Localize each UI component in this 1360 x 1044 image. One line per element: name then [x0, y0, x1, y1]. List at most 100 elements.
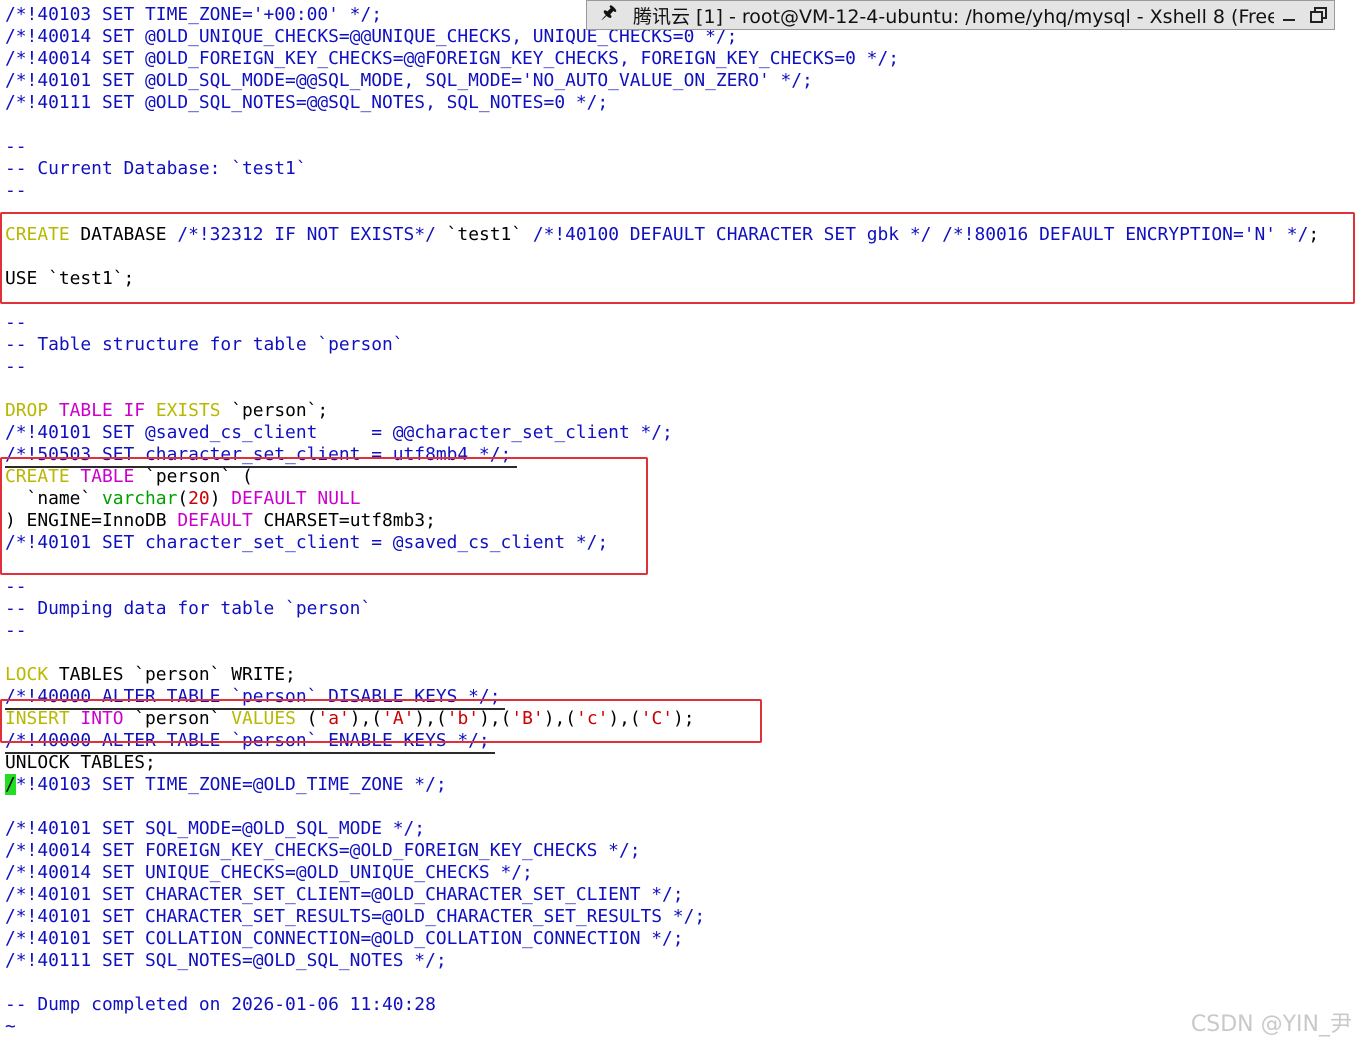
code-token: TABLES `person` WRITE;: [48, 664, 296, 685]
terminal-text-area[interactable]: /*!40103 SET TIME_ZONE='+00:00' */; /*!40…: [5, 4, 1319, 1038]
terminal-line: --: [5, 180, 1319, 202]
code-token: DROP: [5, 400, 49, 421]
terminal-line: /*!40000 ALTER TABLE `person` DISABLE KE…: [5, 686, 1319, 708]
strike-line: [5, 752, 495, 754]
code-token: `test1`: [435, 224, 533, 245]
code-token: 'A': [382, 708, 415, 729]
code-token: INTO: [80, 708, 124, 729]
pin-icon[interactable]: 🖈: [595, 0, 623, 30]
terminal-line: CREATE TABLE `person` (: [5, 466, 1319, 488]
terminal-line: ) ENGINE=InnoDB DEFAULT CHARSET=utf8mb3;: [5, 510, 1319, 532]
code-token: TABLE: [80, 466, 135, 487]
terminal-line: LOCK TABLES `person` WRITE;: [5, 664, 1319, 686]
code-token: ),(: [543, 708, 577, 729]
code-token: /*!50503 SET character_set_client = utf8…: [5, 444, 512, 465]
terminal-line: /*!40101 SET @saved_cs_client = @@charac…: [5, 422, 1319, 444]
code-token: /*!40101 SET @saved_cs_client = @@charac…: [5, 422, 673, 443]
terminal-line: /*!40101 SET SQL_MODE=@OLD_SQL_MODE */;: [5, 818, 1319, 840]
code-token: USE `test1`;: [5, 268, 135, 289]
code-token: 'c': [576, 708, 609, 729]
code-token: *!40103 SET TIME_ZONE=@OLD_TIME_ZONE */;: [15, 774, 447, 795]
terminal-line: -- Dumping data for table `person`: [5, 598, 1319, 620]
code-token: --: [5, 180, 27, 201]
code-token: ;: [1308, 224, 1320, 245]
terminal-line: --: [5, 620, 1319, 642]
code-token: ),(: [608, 708, 641, 729]
terminal-line: --: [5, 356, 1319, 378]
terminal-line: /*!40101 SET @OLD_SQL_MODE=@@SQL_MODE, S…: [5, 70, 1319, 92]
terminal-line: CREATE DATABASE /*!32312 IF NOT EXISTS*/…: [5, 224, 1319, 246]
code-token: ) ENGINE=InnoDB: [5, 510, 178, 531]
terminal-line: -- Table structure for table `person`: [5, 334, 1319, 356]
code-token: /*!40101 SET COLLATION_CONNECTION=@OLD_C…: [5, 928, 684, 949]
text-cursor: /: [5, 774, 16, 795]
code-token: --: [5, 576, 27, 597]
code-token: 'a': [317, 708, 350, 729]
code-token: ),(: [414, 708, 447, 729]
code-token: --: [5, 620, 27, 641]
code-token: /*!40101 SET character_set_client = @sav…: [5, 532, 609, 553]
code-token: `name`: [5, 488, 102, 509]
terminal-line: /*!40101 SET CHARACTER_SET_RESULTS=@OLD_…: [5, 906, 1319, 928]
code-token: -- Dumping data for table `person`: [5, 598, 372, 619]
code-token: /*!40000 ALTER TABLE `person` DISABLE KE…: [5, 686, 501, 707]
code-token: /*!40014 SET UNIQUE_CHECKS=@OLD_UNIQUE_C…: [5, 862, 533, 883]
terminal-line: UNLOCK TABLES;: [5, 752, 1319, 774]
code-token: --: [5, 312, 27, 333]
restore-icon[interactable]: [1304, 1, 1334, 29]
code-token: ): [209, 488, 232, 509]
code-token: ),(: [479, 708, 512, 729]
terminal-line: --: [5, 312, 1319, 334]
code-token: /*!32312 IF NOT EXISTS*/: [177, 224, 436, 245]
code-token: TABLE: [58, 400, 113, 421]
code-token: /*!40014 SET FOREIGN_KEY_CHECKS=@OLD_FOR…: [5, 840, 641, 861]
code-token: ),(: [349, 708, 383, 729]
terminal-line: /*!40103 SET TIME_ZONE=@OLD_TIME_ZONE */…: [5, 774, 1319, 796]
code-token: UNLOCK TABLES;: [5, 752, 156, 773]
terminal-line: /*!40014 SET FOREIGN_KEY_CHECKS=@OLD_FOR…: [5, 840, 1319, 862]
code-token: `person` (: [134, 466, 253, 487]
terminal-line: ~: [5, 1016, 1319, 1038]
code-token: /*!40111 SET SQL_NOTES=@OLD_SQL_NOTES */…: [5, 950, 447, 971]
terminal-line: /*!40014 SET UNIQUE_CHECKS=@OLD_UNIQUE_C…: [5, 862, 1319, 884]
terminal-line: -- Dump completed on 2026-01-06 11:40:28: [5, 994, 1319, 1016]
terminal-line: /*!40101 SET CHARACTER_SET_CLIENT=@OLD_C…: [5, 884, 1319, 906]
code-token: /*!40000 ALTER TABLE `person` ENABLE KEY…: [5, 730, 490, 751]
code-token: /*!40100 DEFAULT CHARACTER SET gbk */ /*…: [532, 224, 1309, 245]
strike-line: [5, 466, 517, 468]
code-token: EXISTS: [155, 400, 221, 421]
terminal-line: --: [5, 136, 1319, 158]
code-token: 'b': [446, 708, 480, 729]
code-token: 20: [188, 488, 210, 509]
minimize-icon[interactable]: [1274, 1, 1304, 29]
code-token: `person`;: [220, 400, 329, 421]
code-token: (: [177, 488, 189, 509]
code-token: varchar: [101, 488, 178, 509]
code-token: -- Table structure for table `person`: [5, 334, 404, 355]
code-token: 'B': [511, 708, 544, 729]
terminal-line: -- Current Database: `test1`: [5, 158, 1319, 180]
code-token: IF: [123, 400, 146, 421]
terminal-line: USE `test1`;: [5, 268, 1319, 290]
watermark: CSDN @YIN_尹: [1190, 1012, 1352, 1037]
window-titlebar[interactable]: 🖈 腾讯云 [1] - root@VM-12-4-ubuntu: /home/y…: [586, 0, 1335, 30]
terminal-line: `name` varchar(20) DEFAULT NULL: [5, 488, 1319, 510]
code-token: (: [295, 708, 318, 729]
code-token: CHARSET=utf8mb3;: [252, 510, 436, 531]
code-token: /*!40101 SET CHARACTER_SET_RESULTS=@OLD_…: [5, 906, 706, 927]
strike-line: [5, 708, 505, 710]
